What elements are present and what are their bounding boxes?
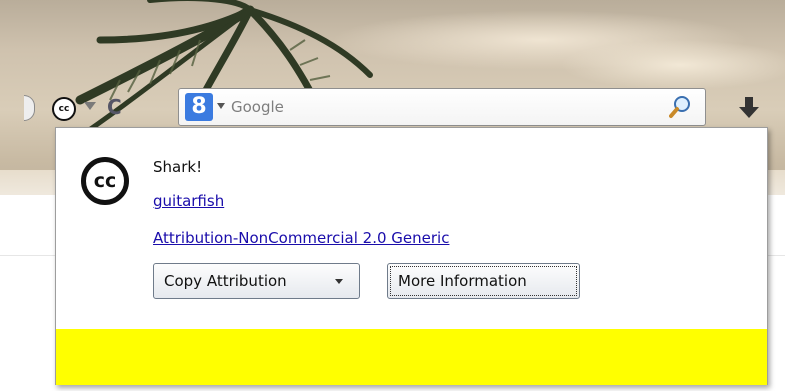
copy-attribution-button[interactable]: Copy Attribution (153, 263, 360, 299)
urlbar-dropdown-icon[interactable] (84, 102, 96, 110)
author-link[interactable]: guitarfish (153, 192, 224, 210)
copy-attribution-label: Copy Attribution (164, 272, 287, 290)
download-icon[interactable] (736, 95, 762, 121)
search-input[interactable]: Google (231, 98, 284, 116)
highlight-bar (56, 329, 767, 385)
search-engine-icon[interactable]: 8 (185, 93, 213, 121)
reload-icon[interactable]: C (107, 96, 122, 118)
license-link[interactable]: Attribution-NonCommercial 2.0 Generic (153, 229, 449, 247)
cc-logo-icon: cc (81, 157, 129, 205)
search-icon[interactable] (669, 95, 691, 119)
work-title: Shark! (153, 158, 203, 176)
more-information-button[interactable]: More Information (387, 263, 580, 299)
search-bar[interactable]: 8 Google (178, 88, 706, 126)
license-info-popup: cc Shark! guitarfish Attribution-NonComm… (55, 127, 768, 385)
cc-toolbar-icon[interactable]: cc (52, 97, 76, 121)
back-button-edge[interactable] (24, 95, 35, 121)
search-engine-dropdown-icon[interactable] (217, 103, 225, 109)
more-information-label: More Information (398, 272, 527, 290)
navigation-toolbar: cc C (24, 92, 174, 126)
chevron-down-icon (335, 279, 343, 284)
